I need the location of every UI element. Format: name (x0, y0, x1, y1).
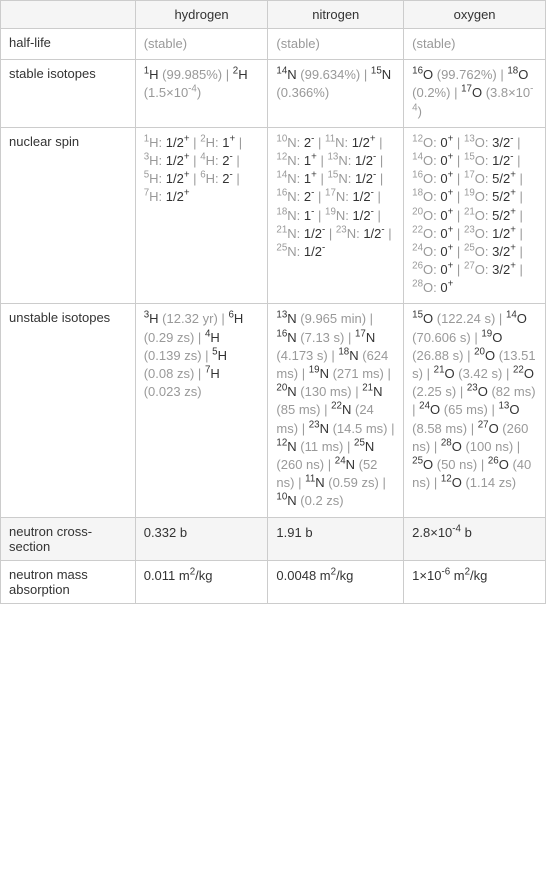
cell-neutron-ma-hydrogen: 0.011 m2/kg (135, 560, 268, 603)
header-blank (1, 1, 136, 29)
cell-unstable-isotopes-hydrogen: 3H (12.32 yr) | 6H (0.29 zs) | 4H (0.139… (135, 304, 268, 517)
cell-half-life-hydrogen: (stable) (135, 29, 268, 60)
cell-neutron-ma-oxygen: 1×10-6 m2/kg (404, 560, 546, 603)
label-stable-isotopes: stable isotopes (1, 60, 136, 128)
row-nuclear-spin: nuclear spin 1H: 1/2+ | 2H: 1+ | 3H: 1/2… (1, 127, 546, 304)
cell-half-life-oxygen: (stable) (404, 29, 546, 60)
row-neutron-cross-section: neutron cross-section 0.332 b 1.91 b 2.8… (1, 517, 546, 560)
cell-neutron-ma-nitrogen: 0.0048 m2/kg (268, 560, 404, 603)
cell-unstable-isotopes-oxygen: 15O (122.24 s) | 14O (70.606 s) | 19O (2… (404, 304, 546, 517)
cell-nuclear-spin-hydrogen: 1H: 1/2+ | 2H: 1+ | 3H: 1/2+ | 4H: 2- | … (135, 127, 268, 304)
header-row: hydrogen nitrogen oxygen (1, 1, 546, 29)
cell-half-life-nitrogen: (stable) (268, 29, 404, 60)
cell-neutron-cs-hydrogen: 0.332 b (135, 517, 268, 560)
label-half-life: half-life (1, 29, 136, 60)
label-nuclear-spin: nuclear spin (1, 127, 136, 304)
header-oxygen: oxygen (404, 1, 546, 29)
cell-stable-isotopes-nitrogen: 14N (99.634%) | 15N (0.366%) (268, 60, 404, 128)
properties-table: hydrogen nitrogen oxygen half-life (stab… (0, 0, 546, 604)
cell-nuclear-spin-oxygen: 12O: 0+ | 13O: 3/2- | 14O: 0+ | 15O: 1/2… (404, 127, 546, 304)
row-neutron-mass-absorption: neutron mass absorption 0.011 m2/kg 0.00… (1, 560, 546, 603)
label-unstable-isotopes: unstable isotopes (1, 304, 136, 517)
header-hydrogen: hydrogen (135, 1, 268, 29)
cell-unstable-isotopes-nitrogen: 13N (9.965 min) | 16N (7.13 s) | 17N (4.… (268, 304, 404, 517)
cell-neutron-cs-oxygen: 2.8×10-4 b (404, 517, 546, 560)
label-neutron-mass-absorption: neutron mass absorption (1, 560, 136, 603)
cell-stable-isotopes-hydrogen: 1H (99.985%) | 2H (1.5×10-4) (135, 60, 268, 128)
row-half-life: half-life (stable) (stable) (stable) (1, 29, 546, 60)
cell-neutron-cs-nitrogen: 1.91 b (268, 517, 404, 560)
cell-nuclear-spin-nitrogen: 10N: 2- | 11N: 1/2+ | 12N: 1+ | 13N: 1/2… (268, 127, 404, 304)
header-nitrogen: nitrogen (268, 1, 404, 29)
row-stable-isotopes: stable isotopes 1H (99.985%) | 2H (1.5×1… (1, 60, 546, 128)
label-neutron-cross-section: neutron cross-section (1, 517, 136, 560)
row-unstable-isotopes: unstable isotopes 3H (12.32 yr) | 6H (0.… (1, 304, 546, 517)
cell-stable-isotopes-oxygen: 16O (99.762%) | 18O (0.2%) | 17O (3.8×10… (404, 60, 546, 128)
